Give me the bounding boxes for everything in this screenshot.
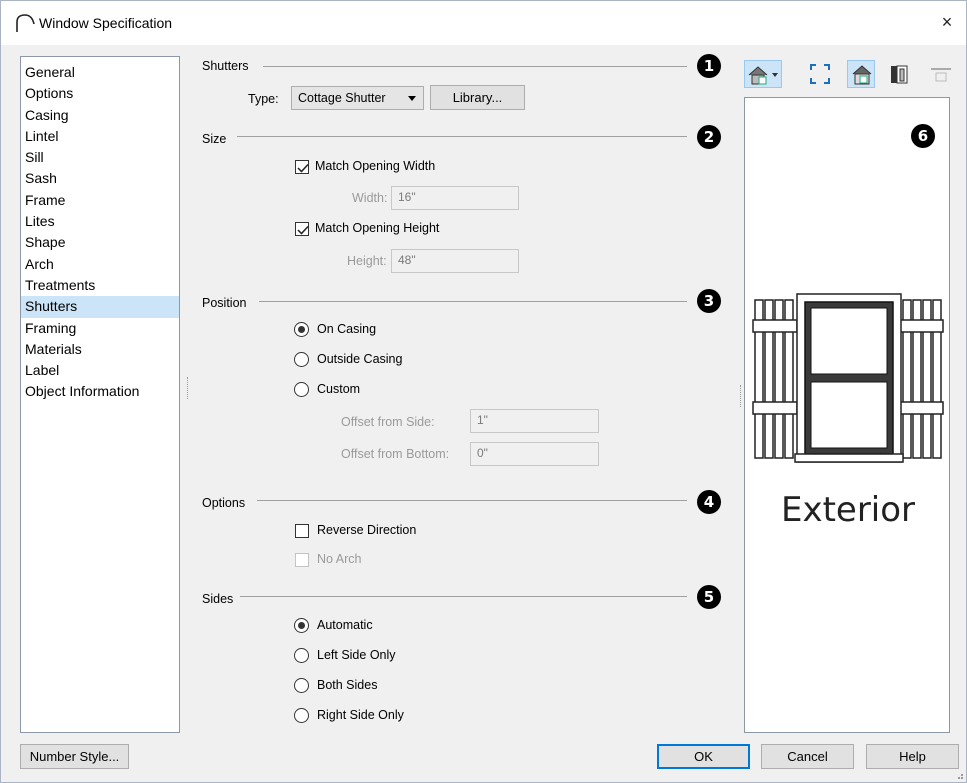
interior-view-button[interactable] bbox=[885, 60, 913, 88]
sidebar-item-materials[interactable]: Materials bbox=[21, 339, 179, 360]
sidebar-item-casing[interactable]: Casing bbox=[21, 105, 179, 126]
sidebar-item-framing[interactable]: Framing bbox=[21, 318, 179, 339]
no-arch-checkbox[interactable] bbox=[295, 553, 309, 567]
resize-grip-icon[interactable] bbox=[954, 770, 964, 780]
section-title-options: Options bbox=[202, 496, 246, 510]
sidebar-item-sill[interactable]: Sill bbox=[21, 147, 179, 168]
reverse-direction-label: Reverse Direction bbox=[317, 523, 417, 537]
sidebar-item-object-information[interactable]: Object Information bbox=[21, 381, 179, 402]
callout-badge-5: 5 bbox=[697, 585, 721, 609]
radio-both-sides[interactable] bbox=[294, 678, 309, 693]
section-divider bbox=[263, 66, 687, 67]
section-divider bbox=[259, 301, 687, 302]
sidebar-item-sash[interactable]: Sash bbox=[21, 168, 179, 189]
shutter-type-dropdown[interactable]: Cottage Shutter bbox=[291, 86, 424, 110]
width-field[interactable]: 16" bbox=[391, 186, 519, 210]
offset-from-bottom-field[interactable]: 0" bbox=[470, 442, 599, 466]
left-splitter-handle[interactable] bbox=[187, 377, 190, 399]
title-bar: Window Specification × bbox=[1, 1, 966, 45]
shuttered-window-preview-image bbox=[752, 293, 944, 463]
callout-badge-1: 1 bbox=[697, 54, 721, 78]
category-list: General Options Casing Lintel Sill Sash Frame L… bbox=[20, 56, 180, 733]
interior-view-icon bbox=[891, 65, 908, 84]
section-title-position: Position bbox=[202, 296, 247, 310]
sidebar-item-arch[interactable]: Arch bbox=[21, 254, 179, 275]
height-field[interactable]: 48" bbox=[391, 249, 519, 273]
number-style-button[interactable]: Number Style... bbox=[20, 744, 129, 769]
preview-pane: 6 Exterior bbox=[744, 97, 950, 733]
section-title-shutters: Shutters bbox=[202, 59, 249, 73]
radio-selected-dot bbox=[298, 326, 305, 333]
match-opening-height-checkbox[interactable] bbox=[295, 222, 309, 236]
sidebar-item-lintel[interactable]: Lintel bbox=[21, 126, 179, 147]
dialog-title: Window Specification bbox=[39, 15, 173, 31]
sidebar-item-lites[interactable]: Lites bbox=[21, 211, 179, 232]
offset-from-side-label: Offset from Side: bbox=[341, 415, 435, 429]
ok-button[interactable]: OK bbox=[657, 744, 750, 769]
sidebar-item-frame[interactable]: Frame bbox=[21, 190, 179, 211]
shutter-type-value: Cottage Shutter bbox=[298, 91, 386, 105]
type-label: Type: bbox=[248, 92, 279, 106]
radio-custom-label: Custom bbox=[317, 382, 361, 396]
section-view-button[interactable] bbox=[927, 60, 955, 88]
radio-right-side-only-label: Right Side Only bbox=[317, 708, 404, 722]
radio-selected-dot bbox=[298, 622, 305, 629]
exterior-view-icon bbox=[852, 65, 872, 85]
callout-badge-4: 4 bbox=[697, 490, 721, 514]
radio-right-side-only[interactable] bbox=[294, 708, 309, 723]
radio-on-casing-label: On Casing bbox=[317, 322, 377, 336]
fill-window-icon bbox=[810, 64, 830, 84]
height-label: Height: bbox=[347, 254, 387, 268]
radio-on-casing[interactable] bbox=[294, 322, 309, 337]
radio-outside-casing[interactable] bbox=[294, 352, 309, 367]
sidebar-item-shutters[interactable]: Shutters bbox=[21, 296, 179, 318]
sidebar-item-options[interactable]: Options bbox=[21, 83, 179, 104]
exterior-view-button[interactable] bbox=[847, 60, 875, 88]
section-divider bbox=[257, 500, 687, 501]
sidebar-item-shape[interactable]: Shape bbox=[21, 232, 179, 253]
radio-custom[interactable] bbox=[294, 382, 309, 397]
fill-window-button[interactable] bbox=[806, 60, 834, 88]
offset-from-side-field[interactable]: 1" bbox=[470, 409, 599, 433]
preview-caption: Exterior bbox=[780, 490, 916, 530]
match-opening-width-label: Match Opening Width bbox=[315, 159, 436, 173]
section-title-sides: Sides bbox=[202, 592, 234, 606]
offset-from-bottom-label: Offset from Bottom: bbox=[341, 447, 450, 461]
match-opening-width-checkbox[interactable] bbox=[295, 160, 309, 174]
no-arch-label: No Arch bbox=[317, 552, 362, 566]
radio-outside-casing-label: Outside Casing bbox=[317, 352, 403, 366]
reverse-direction-checkbox[interactable] bbox=[295, 524, 309, 538]
section-title-size: Size bbox=[202, 132, 227, 146]
cancel-button[interactable]: Cancel bbox=[761, 744, 854, 769]
section-divider bbox=[237, 136, 687, 137]
house-view-icon bbox=[748, 66, 778, 85]
window-specification-dialog: Window Specification × General Options Cas… bbox=[0, 0, 967, 783]
close-icon[interactable]: × bbox=[936, 11, 958, 33]
callout-badge-3: 3 bbox=[697, 289, 721, 313]
section-view-icon bbox=[931, 68, 951, 82]
callout-badge-6: 6 bbox=[911, 124, 935, 148]
radio-both-sides-label: Both Sides bbox=[317, 678, 378, 692]
chevron-down-icon bbox=[408, 96, 416, 101]
match-opening-height-label: Match Opening Height bbox=[315, 221, 440, 235]
section-divider bbox=[240, 596, 687, 597]
sidebar-item-treatments[interactable]: Treatments bbox=[21, 275, 179, 296]
view-mode-dropdown-button[interactable] bbox=[744, 60, 782, 88]
library-button[interactable]: Library... bbox=[430, 85, 525, 110]
help-button[interactable]: Help bbox=[866, 744, 959, 769]
radio-automatic[interactable] bbox=[294, 618, 309, 633]
right-splitter-handle[interactable] bbox=[740, 385, 743, 407]
radio-automatic-label: Automatic bbox=[317, 618, 373, 632]
sidebar-item-label[interactable]: Label bbox=[21, 360, 179, 381]
sidebar-item-general[interactable]: General bbox=[21, 62, 179, 83]
radio-left-side-only[interactable] bbox=[294, 648, 309, 663]
callout-badge-2: 2 bbox=[697, 125, 721, 149]
radio-left-side-only-label: Left Side Only bbox=[317, 648, 396, 662]
arch-window-icon bbox=[14, 12, 36, 34]
width-label: Width: bbox=[352, 191, 388, 205]
